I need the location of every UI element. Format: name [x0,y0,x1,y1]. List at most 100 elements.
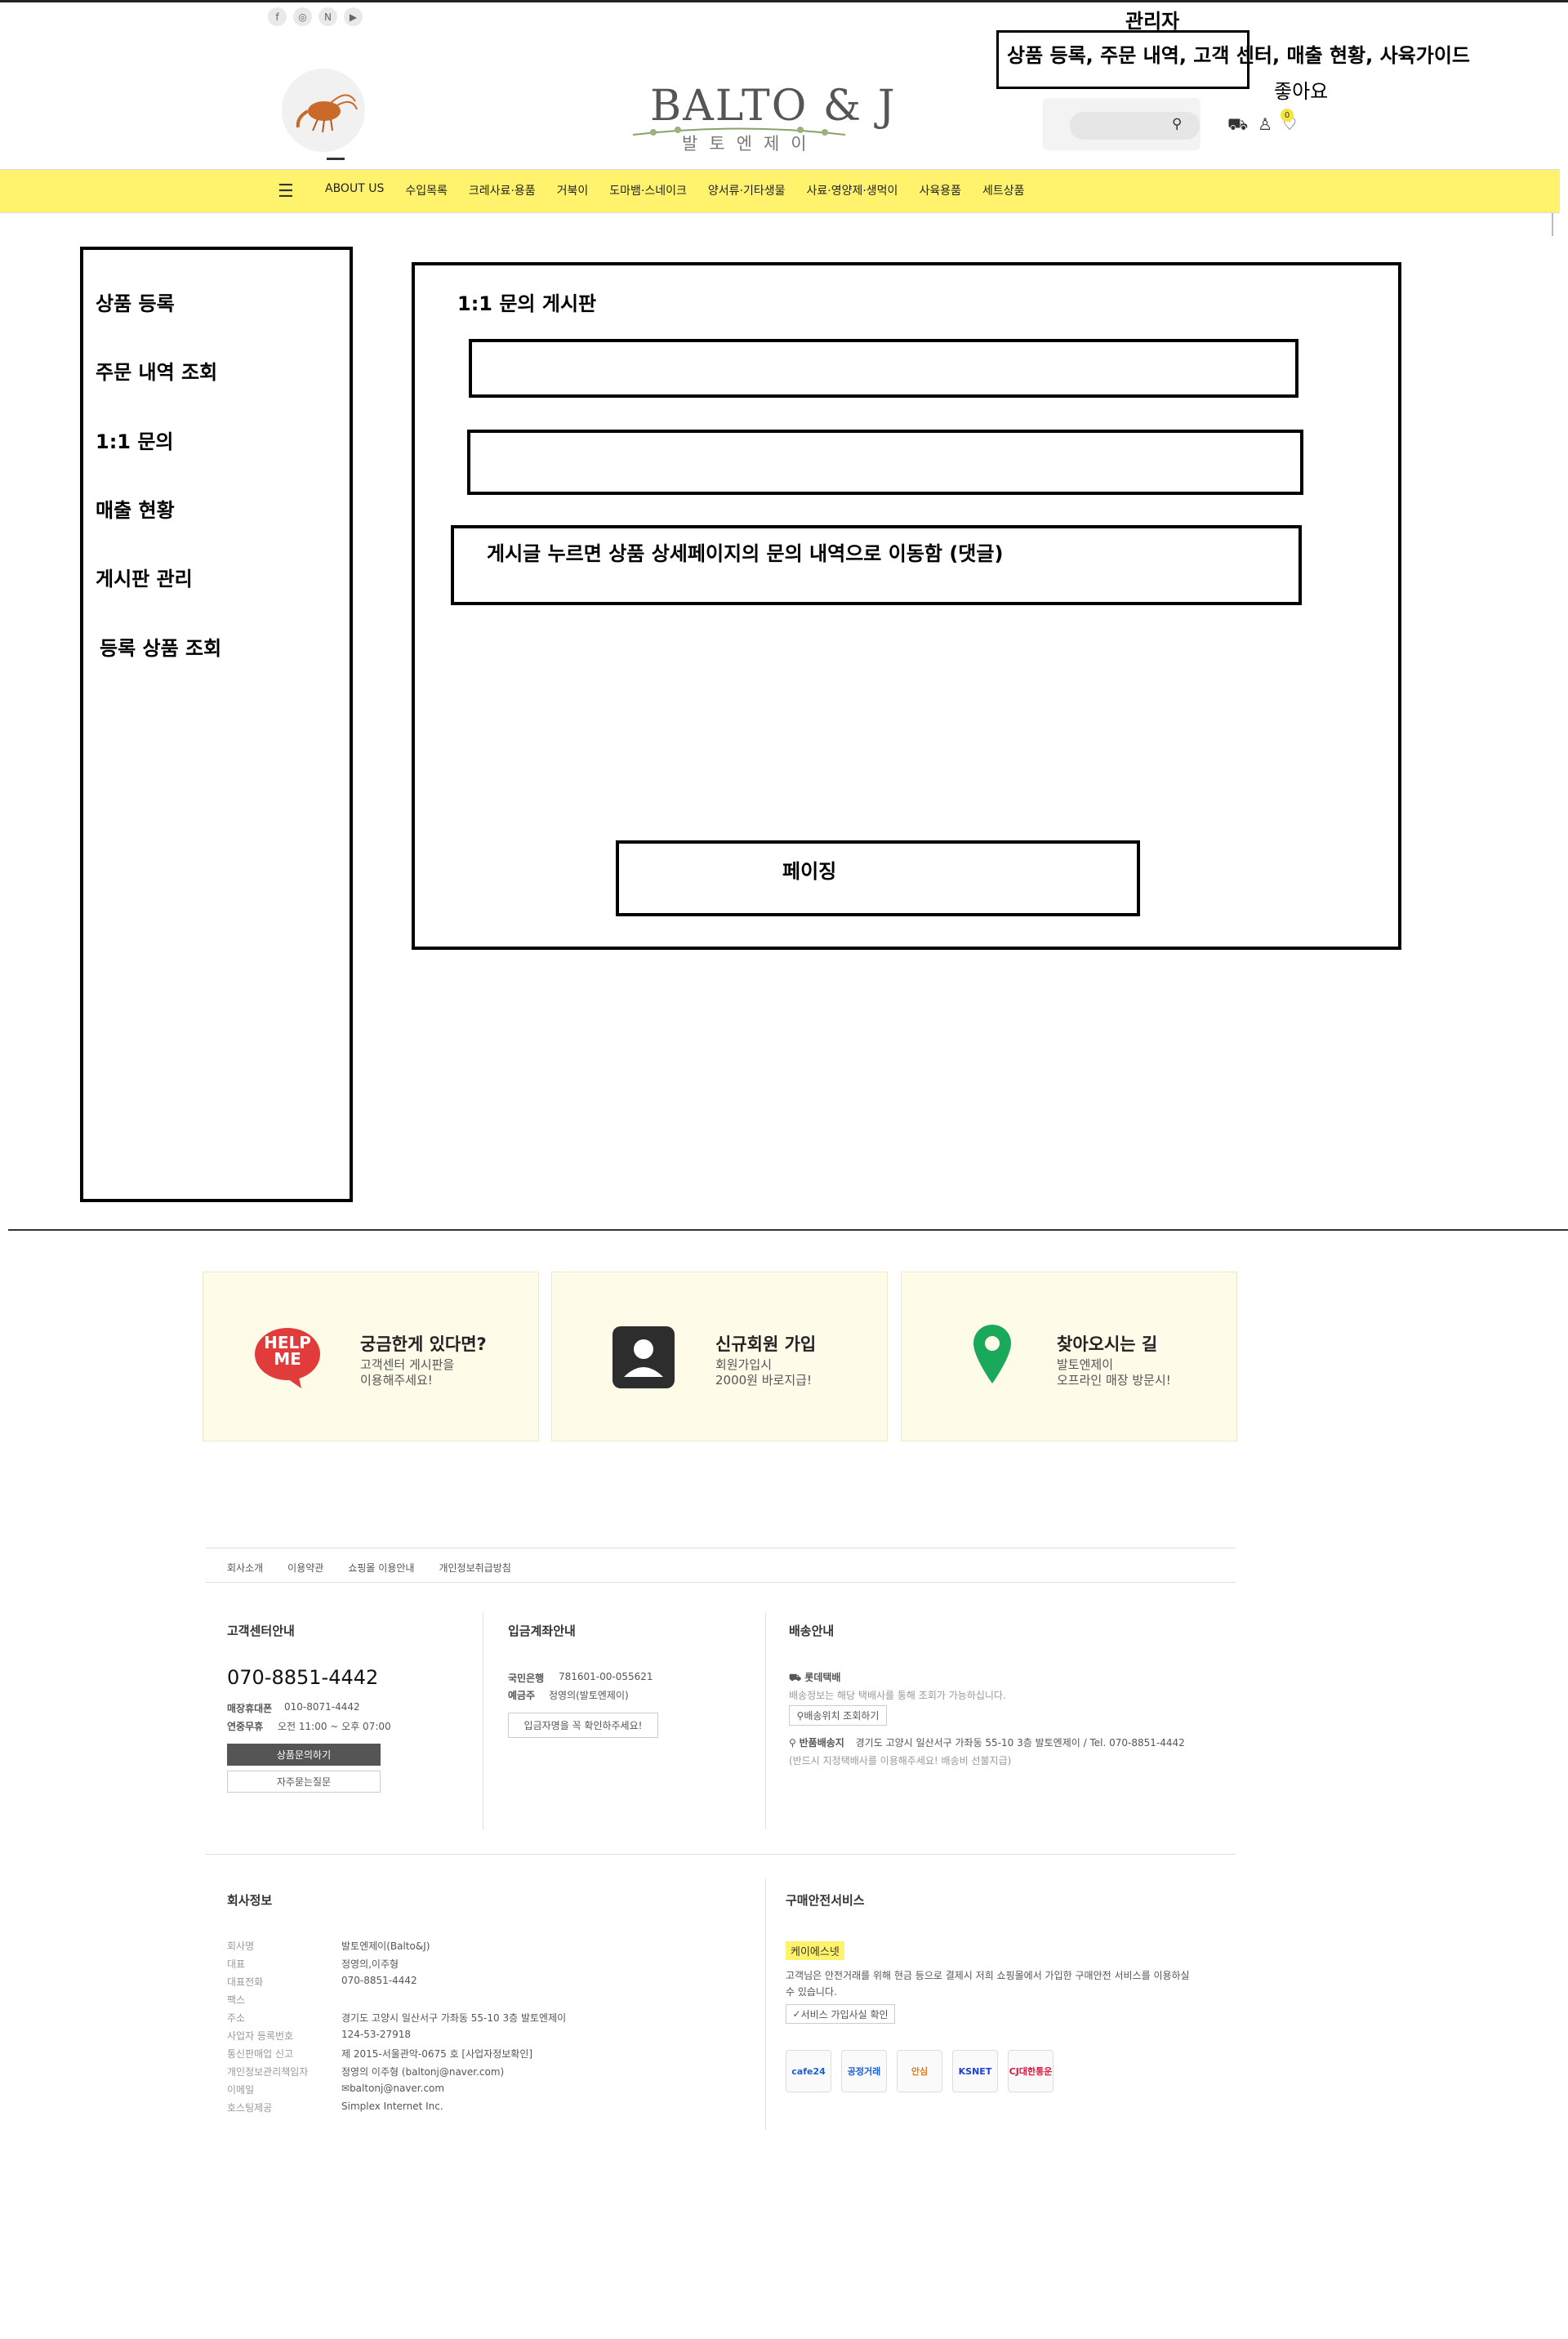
main-nav: ABOUT US 수입목록 크레사료·용품 거북이 도마뱀·스네이크 양서류·기… [325,182,1025,198]
bank-line1-label: 국민은행 [508,1673,545,1684]
company-value: 070-8851-4442 [341,1975,417,1986]
nav-item-about[interactable]: ABOUT US [325,182,384,198]
company-key: 팩스 [227,1994,246,2006]
cs-phone: 070-8851-4442 [227,1666,379,1689]
brand-logo-sub: 발토엔제이 [682,134,818,154]
bank-title: 입금계좌안내 [508,1624,576,1638]
card-signup-desc1: 회원가입시 [715,1357,773,1372]
company-value: 정영의 이주형 (baltonj@naver.com) [341,2066,505,2078]
track-delivery-label: 배송위치 조회하기 [804,1710,880,1722]
footer-link-terms[interactable]: 이용약관 [287,1561,323,1575]
safe-service-button[interactable]: ✓ 서비스 가입사실 확인 [786,2004,895,2024]
cs-line1-label: 매장휴대폰 [227,1703,273,1714]
menu-icon[interactable]: ☰ [278,181,294,202]
instagram-icon[interactable]: ◎ [293,7,312,26]
faq-button[interactable]: 자주묻는질문 [227,1771,381,1793]
check-icon: ✓ [792,2008,801,2020]
nav-item-food[interactable]: 사료·영양제·생먹이 [807,182,898,198]
wishlist-badge: 0 [1281,109,1294,122]
footer-link-guide[interactable]: 쇼핑몰 이용안내 [348,1561,414,1575]
sidebar-item-product-register[interactable]: 상품 등록 [96,287,175,316]
return-note: (반드시 지정택배사를 이용해주세요! 배송비 선불지급) [789,1755,1012,1767]
footer-line-links [206,1582,1236,1583]
user-icon[interactable]: ♙ [1258,114,1272,136]
bank-confirm-button[interactable]: 입금자명을 꼭 확인하주세요! [508,1713,658,1738]
inquiry-row-1[interactable] [469,339,1298,398]
company-value[interactable]: 제 2015-서울관악-0675 호 [사업자정보확인] [341,2047,532,2065]
naver-icon[interactable]: N [318,7,337,26]
safe-desc1: 고객님은 안전거래를 위해 현금 등으로 결제시 저희 쇼핑몰에서 가입한 구매… [786,1970,1190,1981]
safe-cert-logo[interactable]: 안심 [897,2050,942,2092]
track-search-icon: ⚲ [796,1709,804,1722]
company-email[interactable]: baltonj@naver.com [350,2083,444,2101]
top-border [0,0,1568,2]
product-inquiry-button[interactable]: 상품문의하기 [227,1744,381,1766]
bank-line2-label: 예금주 [508,1690,536,1701]
footer-link-company[interactable]: 회사소개 [227,1561,263,1575]
inquiry-row-2[interactable] [467,430,1303,495]
nav-item-amphibian[interactable]: 양서류·기타생물 [708,182,786,198]
cj-logo[interactable]: CJ대한통운 [1008,2050,1054,2092]
inquiry-row-3[interactable]: 게시글 누르면 상품 상세페이지의 문의 내역으로 이동함 (댓글) [451,525,1302,605]
footer-link-privacy[interactable]: 개인정보취급방침 [439,1561,510,1575]
card-location-desc1: 발토엔제이 [1057,1357,1114,1372]
shrimp-thumbnail[interactable] [282,69,365,152]
help-icon-text: HELP ME [264,1333,311,1369]
company-value: 경기도 고양시 일산서구 가좌동 55-10 3층 발토엔제이 [341,2012,567,2024]
nav-item-lizard-snake[interactable]: 도마뱀·스네이크 [609,182,687,198]
card-help-desc2: 이용해주세요! [360,1373,433,1388]
scroll-tick [1552,213,1553,236]
cs-line2-value: 오전 11:00 ~ 오후 07:00 [278,1721,391,1732]
card-location[interactable]: 찾아오시는 길 발토엔제이 오프라인 매장 방문시! [901,1272,1237,1441]
like-label: 좋아요 [1274,80,1329,103]
delivery-courier-note: 배송정보는 해당 택배사를 통해 조회가 가능하십니다. [789,1690,1006,1701]
youtube-icon[interactable]: ▶ [344,7,363,26]
sidebar-item-sales[interactable]: 매출 현황 [96,494,175,523]
search-icon[interactable]: ⚲ [1172,116,1182,132]
return-address: 경기도 고양시 일산서구 가좌동 55-10 3층 발토엔제이 / Tel. 0… [855,1737,1185,1749]
card-help[interactable]: HELP ME 궁금한게 있다면? 고객센터 게시판을 이용해주세요! [203,1272,539,1441]
nav-item-turtle[interactable]: 거북이 [557,182,589,198]
delivery-return: ⚲ 반품배송지 경기도 고양시 일산서구 가좌동 55-10 3층 발토엔제이 … [789,1735,1185,1749]
fair-trade-logo[interactable]: 공정거래 [841,2050,887,2092]
user-card-icon [612,1326,675,1388]
company-key: 대표전화 [227,1976,264,1988]
page-title: 1:1 문의 게시판 [457,292,597,315]
cs-title: 고객센터안내 [227,1624,295,1638]
sidebar-item-inquiry[interactable]: 1:1 문의 [96,425,174,454]
cart-icon[interactable]: ⛟ [1227,114,1248,136]
cs-line1-value: 010-8071-4442 [284,1701,360,1713]
company-key: 사업자 등록번호 [227,2030,294,2042]
company-key: 호스팅제공 [227,2102,273,2114]
delivery-courier: ⛟ 롯데택배 [789,1670,840,1685]
sidebar-item-registered-products[interactable]: 등록 상품 조회 [100,632,221,661]
delivery-courier-label: 롯데택배 [804,1672,841,1683]
payment-logos: cafe24 공정거래 안심 KSNET CJ대한통운 [786,2050,1054,2092]
card-signup[interactable]: 신규회원 가입 회원가입시 2000원 바로지급! [551,1272,888,1441]
nav-item-import[interactable]: 수입목록 [405,182,448,198]
company-key: 이메일 [227,2084,255,2096]
company-key: 개인정보관리책임자 [227,2066,309,2078]
facebook-icon[interactable]: f [268,7,287,26]
bank-line1-value: 781601-00-055621 [559,1671,653,1682]
pagination[interactable]: 페이징 [616,840,1140,916]
company-value: 발토엔제이(Balto&J) [341,1940,430,1952]
return-label: 반품배송지 [799,1737,844,1749]
bank-line2-value: 정영의(발토엔제이) [549,1690,629,1701]
admin-label: 관리자 [1125,10,1180,33]
company-value: 124-53-27918 [341,2029,412,2040]
company-value: 정영의,이주형 [341,1958,399,1970]
sidebar-item-order-history[interactable]: 주문 내역 조회 [96,356,217,385]
track-delivery-button[interactable]: ⚲ 배송위치 조회하기 [789,1705,887,1726]
footer-sep-2 [765,1613,766,1829]
company-title: 회사정보 [227,1893,273,1908]
nav-item-supplies[interactable]: 사육용품 [919,182,961,198]
ksnet-logo[interactable]: KSNET [952,2050,998,2092]
section-divider [8,1229,1568,1231]
nav-item-crested-supplies[interactable]: 크레사료·용품 [469,182,536,198]
footer-links: 회사소개 이용약관 쇼핑몰 이용안내 개인정보취급방침 [227,1561,511,1575]
nav-item-set[interactable]: 세트상품 [982,182,1025,198]
truck-icon: ⛟ [789,1672,805,1683]
sidebar-item-board-manage[interactable]: 게시판 관리 [96,563,193,591]
cafe24-logo[interactable]: cafe24 [786,2050,831,2092]
